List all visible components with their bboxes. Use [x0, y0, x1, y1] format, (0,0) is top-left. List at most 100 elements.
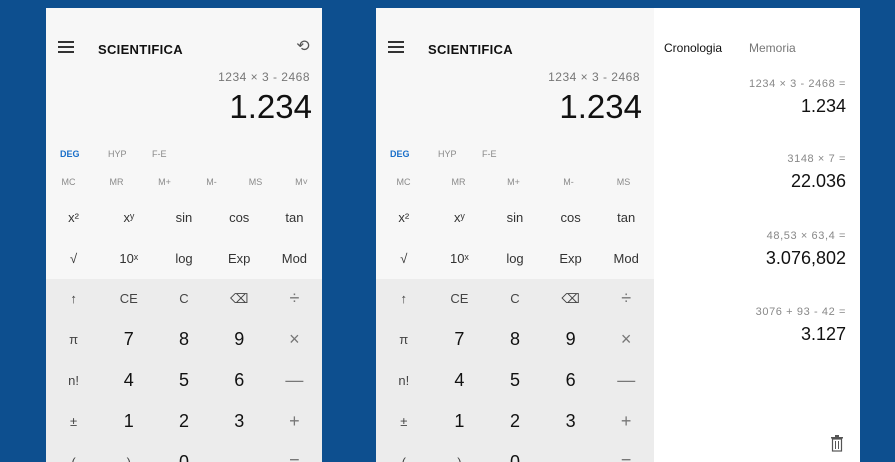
digit-8-key[interactable]: 8 — [156, 319, 212, 361]
backspace-key[interactable]: ⌫ — [211, 278, 267, 320]
hyp-button[interactable]: HYP — [438, 149, 457, 159]
keypad: x² xʸ sin cos tan √ 10ˣ log Exp Mod ↑ CE… — [46, 197, 322, 462]
equals-key[interactable]: = — [598, 441, 654, 462]
divide-key[interactable]: ÷ — [598, 278, 654, 320]
minus-key[interactable]: — — [266, 360, 322, 401]
mod-key[interactable]: Mod — [266, 237, 322, 279]
tab-memory[interactable]: Memoria — [749, 41, 796, 55]
m-plus-button[interactable]: M+ — [486, 177, 541, 187]
digit-2-key[interactable]: 2 — [156, 400, 212, 442]
digit-5-key[interactable]: 5 — [156, 360, 212, 401]
equals-key[interactable]: = — [266, 441, 322, 462]
ten-power-key[interactable]: 10ˣ — [431, 237, 488, 279]
exp-key[interactable]: Exp — [542, 237, 599, 279]
mr-button[interactable]: MR — [431, 177, 486, 187]
deg-button[interactable]: DEG — [390, 149, 410, 159]
plus-key[interactable]: + — [266, 400, 322, 442]
digit-7-key[interactable]: 7 — [431, 319, 488, 361]
history-item[interactable]: 3148 × 7 = 22.036 — [656, 153, 846, 192]
decimal-key[interactable]: , — [542, 441, 599, 462]
history-item[interactable]: 3076 + 93 - 42 = 3.127 — [656, 306, 846, 345]
trash-icon[interactable] — [830, 435, 844, 452]
mod-key[interactable]: Mod — [598, 237, 654, 279]
shift-key[interactable]: ↑ — [46, 278, 102, 320]
mode-title: SCIENTIFICA — [428, 42, 513, 57]
clear-key[interactable]: C — [156, 278, 212, 320]
sin-key[interactable]: sin — [156, 197, 212, 238]
ms-button[interactable]: MS — [596, 177, 651, 187]
ce-key[interactable]: CE — [101, 278, 157, 320]
divide-key[interactable]: ÷ — [266, 278, 322, 320]
m-minus-button[interactable]: M- — [541, 177, 596, 187]
close-paren-key[interactable]: ) — [101, 441, 157, 462]
result-display: 1.234 — [559, 88, 642, 125]
mc-button[interactable]: MC — [376, 177, 431, 187]
factorial-key[interactable]: n! — [46, 360, 102, 401]
digit-0-key[interactable]: 0 — [156, 441, 212, 462]
history-icon[interactable]: ⟲ — [294, 38, 312, 56]
factorial-key[interactable]: n! — [376, 360, 432, 401]
digit-1-key[interactable]: 1 — [431, 400, 488, 442]
digit-3-key[interactable]: 3 — [542, 400, 599, 442]
minus-key[interactable]: — — [598, 360, 654, 401]
multiply-key[interactable]: × — [266, 319, 322, 361]
shift-key[interactable]: ↑ — [376, 278, 432, 320]
digit-7-key[interactable]: 7 — [101, 319, 157, 361]
multiply-key[interactable]: × — [598, 319, 654, 361]
digit-6-key[interactable]: 6 — [542, 360, 599, 401]
plus-key[interactable]: + — [598, 400, 654, 442]
hamburger-menu-icon[interactable] — [388, 41, 404, 53]
backspace-key[interactable]: ⌫ — [542, 278, 599, 320]
tab-history[interactable]: Cronologia — [664, 41, 722, 55]
history-item[interactable]: 48,53 × 63,4 = 3.076,802 — [656, 230, 846, 269]
deg-button[interactable]: DEG — [60, 149, 80, 159]
sin-key[interactable]: sin — [487, 197, 543, 238]
log-key[interactable]: log — [487, 237, 543, 279]
digit-4-key[interactable]: 4 — [431, 360, 488, 401]
sqrt-key[interactable]: √ — [46, 237, 102, 279]
history-expression: 1234 × 3 - 2468 = — [748, 78, 846, 90]
digit-3-key[interactable]: 3 — [211, 400, 267, 442]
tan-key[interactable]: tan — [598, 197, 654, 238]
open-paren-key[interactable]: ( — [46, 441, 102, 462]
history-item[interactable]: 1234 × 3 - 2468 = 1.234 — [656, 78, 846, 117]
digit-2-key[interactable]: 2 — [487, 400, 543, 442]
square-key[interactable]: x² — [376, 197, 432, 238]
hyp-button[interactable]: HYP — [108, 149, 127, 159]
memory-row: MC MR M+ M- MS M˅ — [46, 171, 322, 195]
log-key[interactable]: log — [156, 237, 212, 279]
negate-key[interactable]: ± — [376, 400, 432, 442]
history-expression: 3076 + 93 - 42 = — [755, 306, 846, 318]
cos-key[interactable]: cos — [211, 197, 267, 238]
digit-9-key[interactable]: 9 — [542, 319, 599, 361]
digit-0-key[interactable]: 0 — [487, 441, 543, 462]
ce-key[interactable]: CE — [431, 278, 488, 320]
mr-button[interactable]: MR — [89, 177, 144, 187]
exp-key[interactable]: Exp — [211, 237, 267, 279]
decimal-key[interactable]: , — [211, 441, 267, 462]
clear-key[interactable]: C — [487, 278, 543, 320]
digit-4-key[interactable]: 4 — [101, 360, 157, 401]
open-paren-key[interactable]: ( — [376, 441, 432, 462]
digit-6-key[interactable]: 6 — [211, 360, 267, 401]
fe-button[interactable]: F-E — [152, 149, 167, 159]
digit-9-key[interactable]: 9 — [211, 319, 267, 361]
tan-key[interactable]: tan — [266, 197, 322, 238]
ten-power-key[interactable]: 10ˣ — [101, 237, 157, 279]
digit-8-key[interactable]: 8 — [487, 319, 543, 361]
memory-list-button[interactable]: M˅ — [274, 177, 322, 187]
sqrt-key[interactable]: √ — [376, 237, 432, 279]
power-key[interactable]: xʸ — [101, 197, 157, 238]
close-paren-key[interactable]: ) — [431, 441, 488, 462]
digit-5-key[interactable]: 5 — [487, 360, 543, 401]
negate-key[interactable]: ± — [46, 400, 102, 442]
cos-key[interactable]: cos — [542, 197, 599, 238]
pi-key[interactable]: π — [376, 319, 432, 361]
calculator-right: SCIENTIFICA 1234 × 3 - 2468 1.234 DEG HY… — [376, 8, 654, 462]
square-key[interactable]: x² — [46, 197, 102, 238]
power-key[interactable]: xʸ — [431, 197, 488, 238]
digit-1-key[interactable]: 1 — [101, 400, 157, 442]
hamburger-menu-icon[interactable] — [58, 41, 74, 53]
fe-button[interactable]: F-E — [482, 149, 497, 159]
pi-key[interactable]: π — [46, 319, 102, 361]
